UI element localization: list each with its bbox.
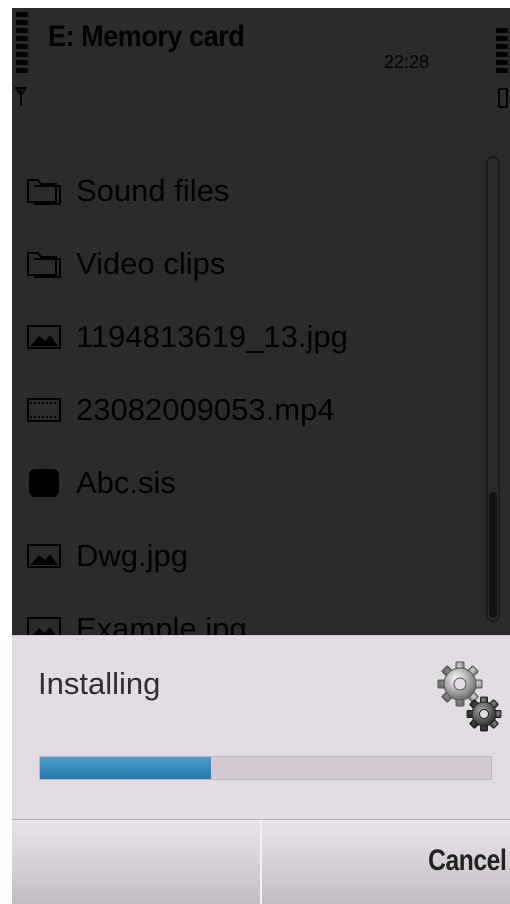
- list-item[interactable]: 1194813619_13.jpg: [12, 300, 482, 373]
- video-icon: [27, 397, 61, 422]
- scrollbar-thumb[interactable]: [489, 492, 497, 618]
- file-label: Video clips: [76, 245, 226, 281]
- cancel-button[interactable]: Cancel: [262, 819, 510, 904]
- file-label: Sound files: [76, 172, 230, 208]
- list-item[interactable]: 23082009053.mp4: [12, 373, 482, 446]
- file-list: Sound files Video clips 1194813619_13.jp…: [12, 154, 482, 665]
- progress-bar-fill: [40, 757, 212, 779]
- file-label: 1194813619_13.jpg: [76, 318, 348, 354]
- battery-icon: [498, 88, 508, 108]
- list-item[interactable]: Sound files: [12, 154, 482, 227]
- app-icon: [29, 468, 59, 497]
- folder-icon: [27, 251, 61, 278]
- file-label: Dwg.jpg: [76, 537, 188, 573]
- left-softkey[interactable]: [12, 819, 262, 904]
- installing-dialog: Installing: [12, 635, 510, 820]
- signal-strength-indicator: [16, 12, 28, 80]
- screen: E: Memory card 22:28 Sound files Video c…: [12, 8, 510, 904]
- file-label: Abc.sis: [76, 464, 176, 500]
- battery-level-indicator: [496, 28, 508, 80]
- scrollbar[interactable]: [486, 156, 500, 622]
- status-bar: E: Memory card 22:28: [12, 8, 510, 116]
- page-title: E: Memory card: [48, 20, 245, 53]
- progress-bar: [39, 756, 492, 780]
- softkey-bar: Cancel: [12, 819, 510, 904]
- list-item[interactable]: Abc.sis: [12, 446, 482, 519]
- cancel-button-label: Cancel: [427, 844, 507, 877]
- image-icon: [27, 324, 61, 349]
- list-item[interactable]: Dwg.jpg: [12, 519, 482, 592]
- dialog-title: Installing: [38, 666, 161, 701]
- antenna-icon: [15, 87, 27, 106]
- gears-icon: [437, 661, 502, 732]
- list-item[interactable]: Video clips: [12, 227, 482, 300]
- file-label: 23082009053.mp4: [76, 391, 335, 427]
- folder-icon: [27, 178, 61, 205]
- image-icon: [27, 543, 61, 568]
- clock: 22:28: [384, 52, 430, 72]
